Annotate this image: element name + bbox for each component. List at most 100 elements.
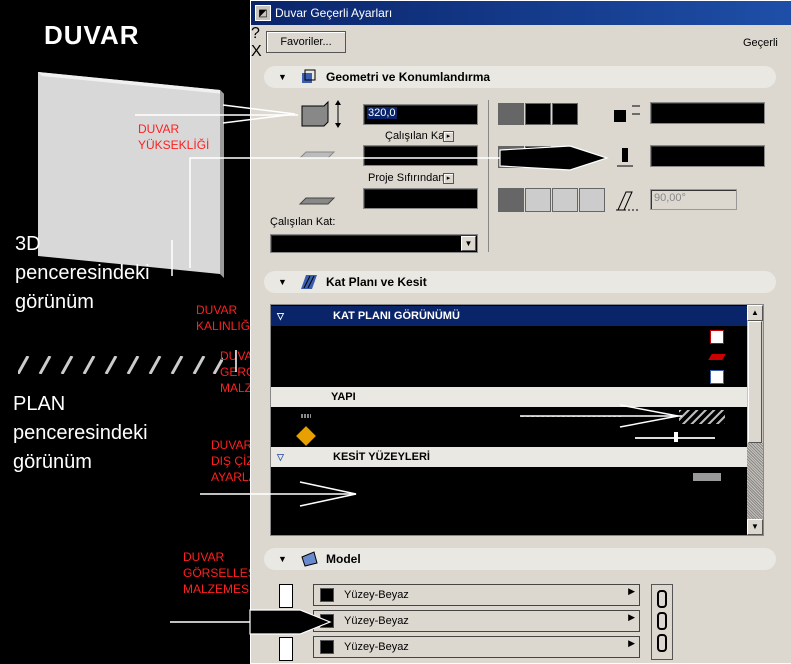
ref-line-outside-button[interactable] [498,103,524,125]
wall-thickness-input[interactable] [650,102,765,124]
scroll-thumb[interactable] [748,321,762,443]
base-offset-input[interactable] [363,145,478,166]
wall-type-straight-button[interactable] [498,146,524,168]
list-group-label: KESİT YÜZEYLERİ [333,451,430,463]
working-story-label: Çalışılan Kat [385,130,448,142]
app-icon: ◩ [255,5,271,21]
list-item-display-option[interactable] [271,367,748,387]
floorplan-icon [301,275,317,289]
scroll-track[interactable] [747,443,763,519]
scroll-down-icon[interactable]: ▼ [747,519,763,535]
list-group-section-surfaces[interactable]: ▽ KESİT YÜZEYLERİ [271,447,748,467]
annotation-plan-line3: görünüm [13,451,92,473]
list-group-label: KAT PLANI GÖRÜNÜMÜ [333,310,460,322]
wall-height-icon [301,100,341,128]
section-geometry[interactable]: ▼ Geometri ve Konumlandırma [264,66,776,88]
slider-thumb[interactable] [674,432,678,442]
angle-icon [616,191,640,211]
collapse-triangle-icon: ▼ [278,72,287,82]
list-item-structure-option[interactable] [271,426,748,447]
surface-select-3[interactable]: Yüzey-Beyaz ▶ [313,636,640,658]
pattern-icon [679,410,725,424]
annotation-wall-height-line2: YÜKSEKLİĞİ [138,138,210,152]
list-item-structure-fill[interactable] [271,407,748,427]
story-select[interactable]: ▼ [270,234,478,253]
list-item-cut-fill[interactable] [271,347,748,367]
annotation-3d-line2: penceresindeki [15,262,150,284]
list-item-section-line-2[interactable] [271,507,748,527]
list-group-plan-view[interactable]: ▽ KAT PLANI GÖRÜNÜMÜ [271,306,748,326]
section-geometry-title: Geometri ve Konumlandırma [326,70,491,84]
section-floorplan[interactable]: ▼ Kat Planı ve Kesit [264,271,776,293]
section-model-title: Model [326,552,361,566]
annotation-thickness-line1: DUVAR [196,303,238,317]
list-item-show-on-stories[interactable] [271,327,748,347]
favorites-button[interactable]: Favoriler... [266,31,346,53]
story-label: Çalışılan Kat: [270,216,336,228]
chevron-right-icon: ▶ [628,612,635,622]
wall-thickness-icon [614,105,640,122]
surface-swatch [320,614,334,628]
annotation-3d-line1: 3D [15,233,41,255]
geometry-double-slanted-button[interactable] [552,188,578,212]
offset-icon [617,148,633,167]
geometry-straight-button[interactable] [498,188,524,212]
annotation-3d-line3: görünüm [15,291,94,313]
angle-input: 90,00° [650,189,737,210]
list-item-section-pen[interactable] [271,467,748,487]
list-item-section-line[interactable] [271,487,748,507]
warning-icon [296,426,316,446]
ref-line-inside-button[interactable] [552,103,578,125]
chain-link-button[interactable] [651,584,673,660]
collapse-triangle-icon: ▽ [277,451,284,462]
project-zero-toggle[interactable]: ▸ [443,173,454,184]
chain-icon [657,590,667,652]
chevron-right-icon: ▶ [628,638,635,648]
surface-swatch [320,640,334,654]
annotation-plan-line1: PLAN [13,393,66,415]
collapse-triangle-icon: ▽ [277,310,284,321]
model-icon [301,551,318,567]
surface-select-1[interactable]: Yüzey-Beyaz ▶ [313,584,640,606]
geometry-slanted-button[interactable] [525,188,551,212]
annotation-title: DUVAR [44,20,140,50]
surface-select-2[interactable]: Yüzey-Beyaz ▶ [313,610,640,632]
annotation-wall-height-line1: DUVAR [138,122,180,136]
wall-type-trapezoid-button[interactable] [525,146,551,168]
current-label: Geçerli [743,37,778,49]
chevron-down-icon[interactable]: ▼ [461,236,476,251]
surface-label: Yüzey-Beyaz [344,641,409,653]
wall-side-icon [279,584,293,608]
offset-input[interactable] [650,145,765,167]
hatch-icon [301,414,311,418]
ref-line-center-button[interactable] [525,103,551,125]
floorplan-list: ▽ KAT PLANI GÖRÜNÜMÜ YAPI ▽ KESİT YÜZEYL… [270,304,764,536]
dialog-title: Duvar Geçerli Ayarları [275,6,393,20]
base-offset-icon [298,151,336,159]
stories-icon [710,330,724,344]
list-scrollbar[interactable]: ▲ ▼ [747,305,763,535]
plan-hatch-icon [18,356,223,374]
surface-swatch [320,588,334,602]
wall-height-input[interactable]: 320,0 [363,104,478,125]
annotation-thickness-line2: KALINLIĞI [196,319,254,333]
fill-icon [708,354,726,360]
working-story-toggle[interactable]: ▸ [443,131,454,142]
line-icon [521,416,621,417]
divider-vertical [488,100,489,252]
list-group-structure[interactable]: YAPI [271,387,748,407]
display-icon [710,370,724,384]
collapse-triangle-icon: ▼ [278,277,287,287]
section-floorplan-title: Kat Planı ve Kesit [326,275,427,289]
section-model[interactable]: ▼ Model [264,548,776,570]
project-zero-input[interactable] [363,188,478,209]
surface-label: Yüzey-Beyaz [344,615,409,627]
collapse-triangle-icon: ▼ [278,554,287,564]
project-zero-icon [298,197,336,205]
project-zero-label: Proje Sıfırından [368,172,445,184]
list-group-label: YAPI [331,391,356,403]
geometry-profile-button[interactable] [579,188,605,212]
dialog-titlebar[interactable]: ◩ Duvar Geçerli Ayarları [251,1,791,25]
scroll-up-icon[interactable]: ▲ [747,305,763,321]
surface-label: Yüzey-Beyaz [344,589,409,601]
